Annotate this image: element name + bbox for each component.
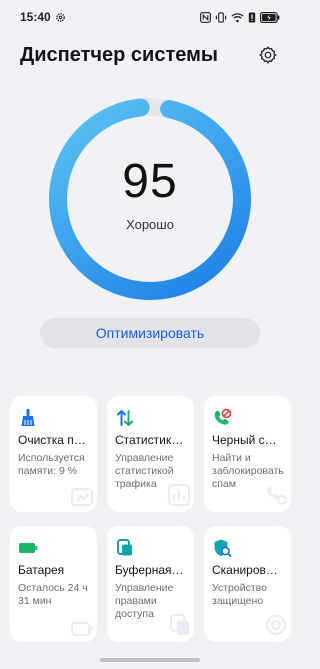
scan-shield-icon (214, 539, 232, 557)
decorative-clipboard-icon (170, 614, 189, 635)
optimize-button[interactable]: Оптимизировать (40, 318, 260, 348)
card-clipboard[interactable]: Буферная зона Управление правами доступа (107, 526, 194, 642)
header: Диспетчер системы (20, 40, 280, 70)
feature-cards-grid: Очистка памяти Используется памяти: 9 % … (10, 396, 291, 642)
card-description: Устройство защищено (212, 582, 267, 607)
vibrate-icon (215, 11, 227, 23)
home-indicator[interactable] (100, 658, 200, 662)
card-battery[interactable]: Батарея Осталось 24 ч 31 мин (10, 526, 97, 642)
card-title: Сканирование (212, 563, 283, 577)
card-title: Очистка памяти (18, 433, 89, 447)
card-title: Статистика трафика (115, 433, 186, 447)
status-bar-left: 15:40 (20, 10, 66, 24)
card-description: Осталось 24 ч 31 мин (18, 582, 88, 607)
decorative-phone-icon (267, 486, 287, 505)
alert-icon (248, 11, 256, 23)
clipboard-icon (117, 539, 132, 556)
status-bar-right (200, 11, 280, 23)
battery-icon (19, 543, 38, 553)
wifi-icon (231, 12, 244, 22)
status-bar: 15:40 (0, 0, 300, 34)
card-blacklist[interactable]: Черный список Найти и заблокировать спам (204, 396, 291, 512)
gear-icon (259, 46, 277, 64)
decorative-battery-icon (71, 622, 92, 636)
card-memory-cleanup[interactable]: Очистка памяти Используется памяти: 9 % (10, 396, 97, 512)
decorative-shield-icon (266, 615, 286, 635)
card-title: Буферная зона (115, 563, 186, 577)
card-traffic-stats[interactable]: Статистика трафика Управление статистико… (107, 396, 194, 512)
score-label: Хорошо (126, 217, 174, 232)
broom-icon (21, 409, 35, 426)
card-title: Черный список (212, 433, 283, 447)
card-title: Батарея (18, 563, 65, 577)
score-gauge: 95 Хорошо (47, 96, 253, 302)
decorative-grid-icon (71, 488, 93, 506)
page-title: Диспетчер системы (20, 43, 218, 66)
decorative-chart-icon (168, 484, 190, 506)
score-value: 95 (122, 155, 178, 208)
settings-button[interactable] (256, 43, 280, 67)
blocked-call-icon (214, 408, 232, 425)
card-scan[interactable]: Сканирование Устройство защищено (204, 526, 291, 642)
battery-icon (260, 11, 280, 23)
card-description: Используется памяти: 9 % (18, 452, 85, 477)
nfc-icon (200, 11, 211, 23)
status-time: 15:40 (20, 10, 51, 24)
traffic-arrows-icon (117, 410, 133, 426)
gear-icon (55, 12, 65, 22)
